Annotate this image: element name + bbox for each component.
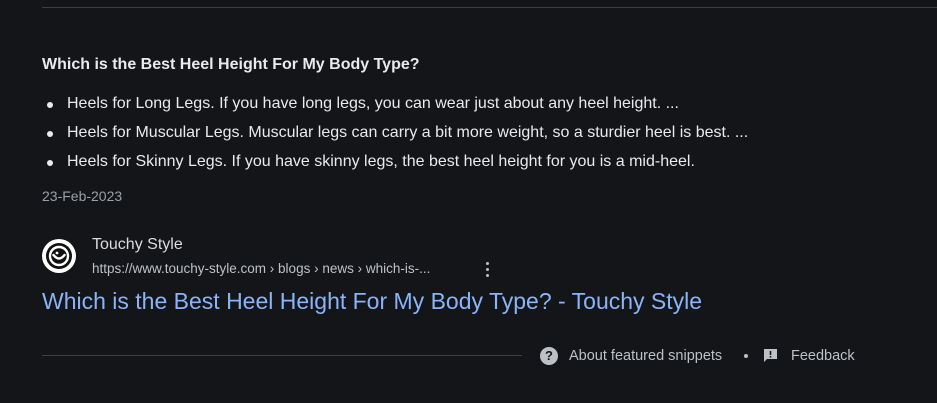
bullet-text: Heels for Skinny Legs. If you have skinn…: [67, 153, 695, 170]
bottom-divider: [42, 355, 522, 356]
site-name[interactable]: Touchy Style: [92, 236, 183, 254]
bullet-text: Heels for Long Legs. If you have long le…: [67, 95, 679, 112]
help-circle-icon: ?: [540, 347, 558, 365]
source-row[interactable]: Touchy Style https://www.touchy-style.co…: [42, 236, 562, 280]
snippet-bullet-list: Heels for Long Legs. If you have long le…: [42, 91, 748, 178]
touchy-style-logo-icon[interactable]: [42, 239, 76, 273]
separator-dot: [744, 354, 748, 358]
bullet-icon: [47, 160, 53, 166]
list-item: Heels for Skinny Legs. If you have skinn…: [42, 149, 748, 178]
bullet-icon: [47, 131, 53, 137]
list-item: Heels for Long Legs. If you have long le…: [42, 91, 748, 120]
feedback-icon: [764, 349, 777, 362]
more-vert-icon[interactable]: [482, 260, 494, 278]
about-featured-snippets-link[interactable]: ? About featured snippets: [540, 346, 730, 368]
result-title-link[interactable]: Which is the Best Heel Height For My Bod…: [42, 288, 702, 315]
search-result-page: Which is the Best Heel Height For My Bod…: [0, 0, 937, 403]
site-url[interactable]: https://www.touchy-style.com › blogs › n…: [92, 261, 430, 276]
bullet-text: Heels for Muscular Legs. Muscular legs c…: [67, 124, 749, 141]
feedback-label: Feedback: [791, 348, 855, 364]
top-divider: [42, 7, 937, 8]
about-featured-snippets-label: About featured snippets: [569, 348, 723, 364]
bullet-icon: [47, 102, 53, 108]
list-item: Heels for Muscular Legs. Muscular legs c…: [42, 120, 748, 149]
snippet-date: 23-Feb-2023: [42, 188, 123, 204]
feedback-link[interactable]: Feedback: [763, 346, 863, 368]
snippet-heading: Which is the Best Heel Height For My Bod…: [42, 56, 420, 73]
